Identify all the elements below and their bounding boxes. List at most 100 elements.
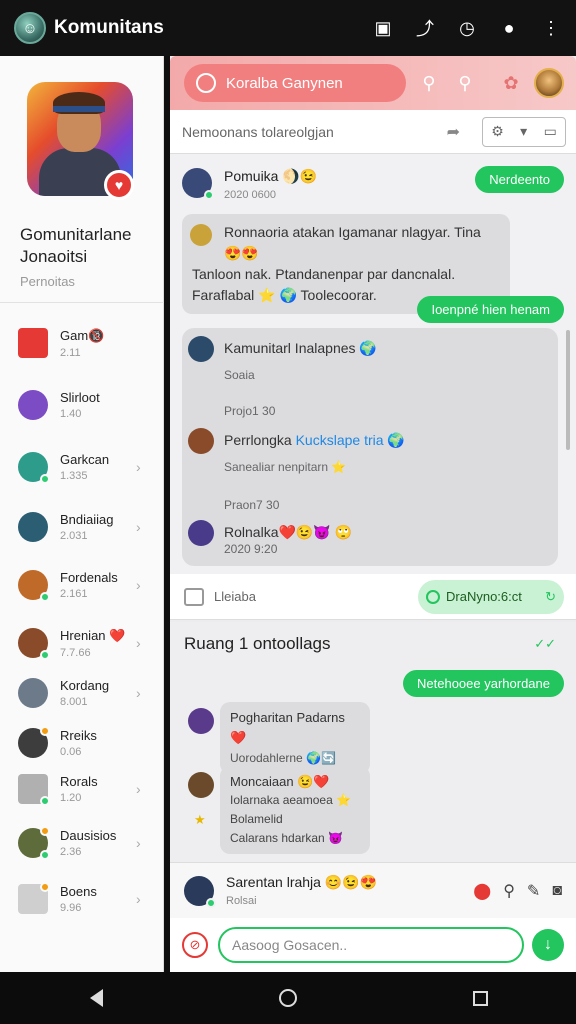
avatar: [18, 678, 48, 708]
avatar: [18, 774, 50, 806]
settings-icon[interactable]: ✿: [500, 73, 522, 95]
sidebar-item[interactable]: Bndiaiiag 2.031 ›: [0, 502, 164, 552]
message-input[interactable]: [218, 927, 524, 963]
mention-link[interactable]: Kuckslape tria: [296, 432, 384, 448]
home-button[interactable]: [268, 978, 308, 1018]
sidebar-item[interactable]: Kordang 8.001 ›: [0, 668, 164, 718]
edit-icon[interactable]: ✎: [527, 881, 540, 901]
message-title: Moncaiaan 😉❤️: [230, 774, 330, 789]
sender-name: Pomuika: [224, 168, 279, 184]
sender-emoji: 🌍: [387, 432, 405, 448]
thread-sender: Rolnalka❤️😉😈 🙄: [224, 524, 352, 541]
outgoing-message[interactable]: Netehooee yarhordane: [403, 670, 564, 697]
sidebar-item[interactable]: Hrenian ❤️ 7.7.66 ›: [0, 618, 164, 668]
sidebar-item-label: Garkcan: [60, 452, 110, 467]
sidebar-item-label: Slirloot: [60, 390, 100, 405]
outgoing-message[interactable]: Nerdeento: [475, 166, 564, 193]
search-icon[interactable]: ⚲: [503, 881, 515, 901]
sidebar: ♥ Gomunitarlane Jonaoitsi Pernoitas Gam🔞…: [0, 56, 164, 972]
check-icon: [426, 589, 440, 604]
room-section: Ruang 1 ontoollags ✓✓ Netehooee yarhorda…: [170, 622, 576, 864]
thread-title: Kamunitarl Inalapnes 🌍: [224, 340, 377, 356]
upload-icon[interactable]: ⤴: [414, 17, 436, 39]
sidebar-item[interactable]: Gam🔞 2.11: [0, 318, 164, 368]
composer-sender: Sarentan lrahja 😊😉😍: [226, 874, 378, 890]
alert-icon[interactable]: ⬤: [473, 881, 491, 901]
sidebar-item-label: Fordenals: [60, 570, 118, 585]
home-icon: [279, 989, 297, 1007]
avatar[interactable]: [184, 875, 216, 908]
sidebar-item[interactable]: Boens 9.96 ›: [0, 874, 164, 924]
sidebar-item-count: 2.161: [60, 588, 88, 600]
sidebar-item-label: Kordang: [60, 678, 110, 693]
filter-options-button[interactable]: ⚙ ▾ ▭: [482, 116, 566, 147]
avatar[interactable]: [188, 520, 214, 546]
timer-icon[interactable]: ◷: [456, 17, 478, 39]
profile-subtitle: Pernoitas: [20, 274, 75, 289]
message-line: Iolarnaka aeamoea ⭐: [230, 793, 352, 807]
camera-icon[interactable]: ◙: [552, 882, 562, 900]
avatar[interactable]: [188, 428, 214, 454]
thread-time: Praon7 30: [224, 498, 280, 512]
sidebar-item[interactable]: Slirloot 1.40: [0, 380, 164, 430]
send-button[interactable]: ↓: [532, 929, 564, 961]
sidebar-item-count: 2.36: [60, 846, 82, 858]
avatar[interactable]: [188, 708, 214, 734]
camera-icon[interactable]: ▣: [372, 17, 394, 39]
chevron-right-icon: ›: [136, 519, 141, 535]
incoming-message[interactable]: Pogharitan Padarns ❤️ Uorodahlerne 🌍🔄: [220, 702, 370, 774]
reply-bar: Lleiaba DraNyno:6:ct ↻: [170, 574, 576, 620]
incoming-message[interactable]: Moncaiaan 😉❤️ Iolarnaka aeamoea ⭐ Bolame…: [220, 766, 370, 854]
sidebar-item-label: Hrenian ❤️: [60, 627, 126, 643]
message-title: Pogharitan Padarns ❤️: [230, 710, 345, 745]
avatar: [18, 826, 50, 860]
sidebar-item-label: Rorals: [60, 774, 98, 789]
message-line: Uorodahlerne 🌍🔄: [230, 751, 336, 765]
profile-name: Gomunitarlane Jonaoitsi: [20, 225, 132, 266]
sidebar-item-count: 9.96: [60, 902, 82, 914]
sidebar-item[interactable]: Rorals 1.20 ›: [0, 764, 164, 814]
chevron-right-icon: ›: [136, 459, 141, 475]
user-avatar[interactable]: [534, 68, 564, 98]
search-icon[interactable]: ⚲: [418, 73, 440, 95]
attachment-icon[interactable]: ⊘: [182, 932, 208, 958]
reply-status-button[interactable]: DraNyno:6:ct ↻: [418, 579, 564, 614]
back-button[interactable]: [76, 978, 116, 1018]
chat-feed: Pomuika 🌖😉 2020 0600 Nerdeento Ronnaoria…: [170, 154, 576, 620]
avatar: [190, 224, 212, 246]
sidebar-item[interactable]: Garkcan 1.335 ›: [0, 442, 164, 492]
avatar: [18, 570, 50, 602]
composer-sub: Rolsai: [226, 895, 257, 907]
filter-bar: Nemoonans tolareolgjan ➦ ⚙ ▾ ▭: [170, 110, 576, 154]
recents-icon: [472, 990, 488, 1006]
avatar[interactable]: [182, 168, 214, 200]
avatar[interactable]: [188, 336, 214, 362]
avatar[interactable]: [188, 772, 214, 798]
sender-name: Perrlongka: [224, 432, 292, 448]
search-bar: Koralba Ganynen ⚲ ⚲ ✿: [170, 56, 576, 110]
sidebar-item-label: Dausisios: [60, 828, 117, 843]
thread-time: Projo1 30: [224, 404, 276, 418]
notification-icon[interactable]: ●: [498, 17, 520, 39]
outgoing-message[interactable]: Ioenpné hien henam: [417, 296, 564, 323]
profile-badge-icon: ♥: [104, 170, 134, 200]
sidebar-item[interactable]: Rreiks 0.06: [0, 718, 164, 768]
input-row: ⊘ ↓: [170, 918, 576, 972]
avatar: [18, 512, 48, 542]
thread-box: Kamunitarl Inalapnes 🌍 Soaia Projo1 30 P…: [182, 328, 558, 566]
more-icon[interactable]: ⋮: [540, 17, 562, 39]
sidebar-item[interactable]: Fordenals 2.161 ›: [0, 560, 164, 610]
search-input[interactable]: Koralba Ganynen: [184, 64, 406, 102]
recents-button[interactable]: [460, 978, 500, 1018]
app-logo-icon[interactable]: ☺: [14, 12, 46, 44]
scrollbar[interactable]: [566, 330, 570, 450]
reply-icon[interactable]: [184, 587, 204, 606]
sidebar-item[interactable]: Dausisios 2.36 ›: [0, 818, 164, 868]
avatar: [18, 452, 50, 484]
chevron-right-icon: ›: [136, 685, 141, 701]
star-icon: ★: [194, 812, 206, 827]
sidebar-item-label: Bndiaiiag: [60, 512, 114, 527]
app-screen: ☺ Komunitans ▣ ⤴ ◷ ● ⋮ ♥ Gomunitarlane J…: [0, 0, 576, 1024]
share-icon[interactable]: ➦: [447, 122, 460, 142]
filter-search-icon[interactable]: ⚲: [454, 73, 476, 95]
